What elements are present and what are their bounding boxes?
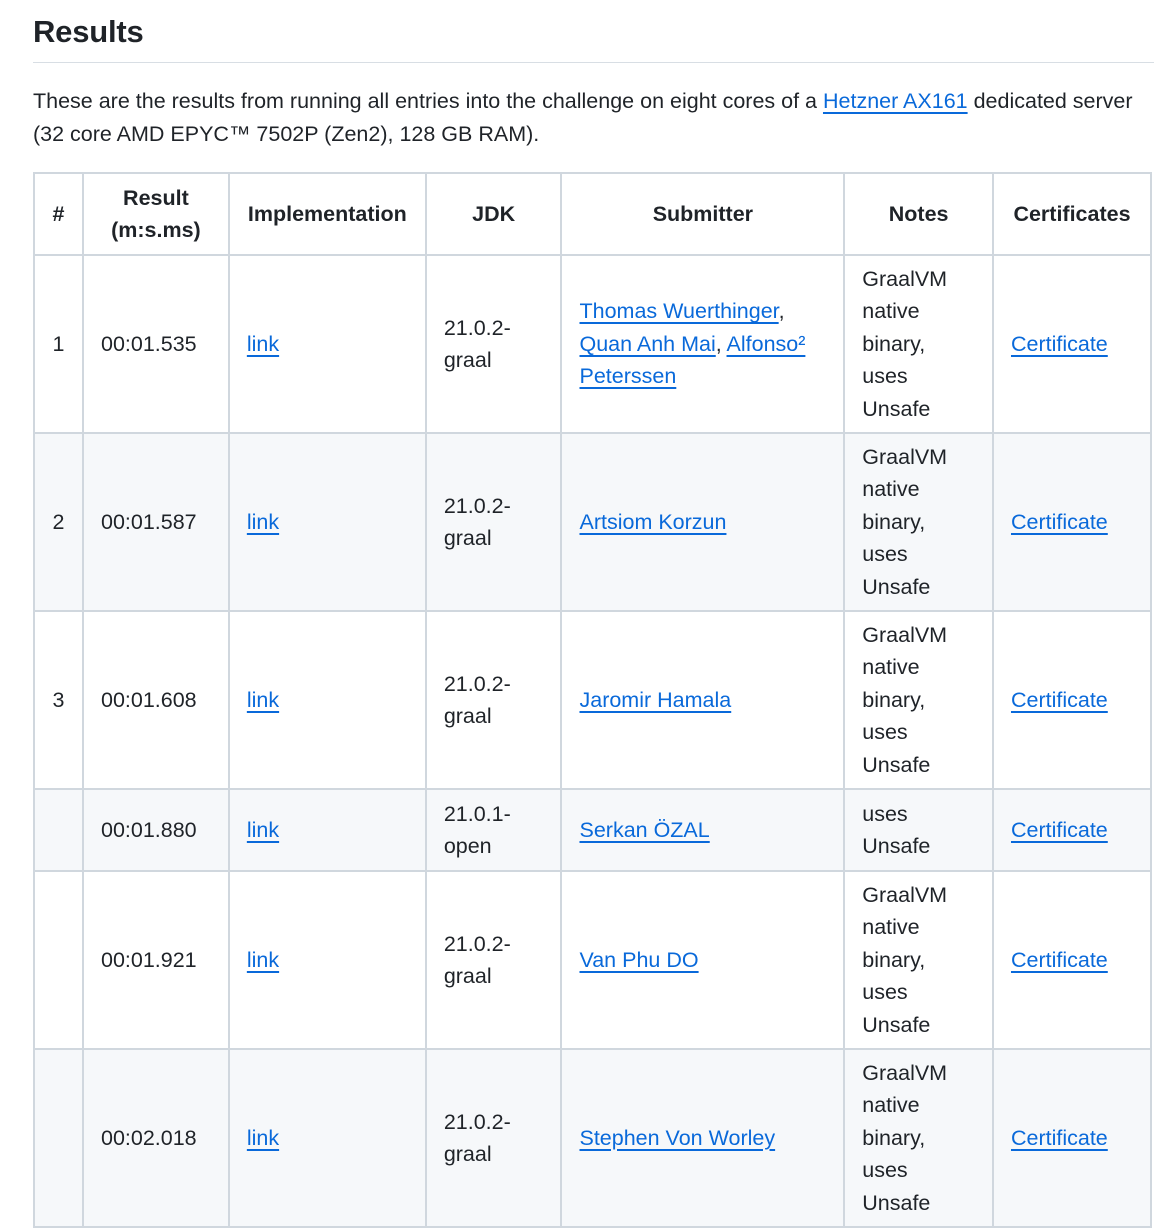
submitter-link[interactable]: Thomas Wuerthinger xyxy=(579,299,778,323)
table-row: 00:02.018 link 21.0.2- graal Stephen Von Wor… xyxy=(33,1048,1153,1228)
header-row: # Result (m:s.ms) Implementation JDK Sub… xyxy=(33,172,1153,256)
submitter-link[interactable]: Jaromir Hamala xyxy=(579,688,731,712)
certificate-cell: Certificate xyxy=(991,788,1153,872)
certificate-link[interactable]: Certificate xyxy=(1011,948,1108,972)
certificate-link[interactable]: Certificate xyxy=(1011,818,1108,842)
table-row: 1 00:01.535 link 21.0.2- graal Thomas Wuerthi… xyxy=(33,254,1153,434)
implementation-cell: link xyxy=(227,788,427,872)
certificate-link[interactable]: Certificate xyxy=(1011,510,1108,534)
rank-cell xyxy=(33,870,84,1050)
submitter-link[interactable]: Van Phu DO xyxy=(579,948,698,972)
implementation-cell: link xyxy=(227,254,427,434)
notes-cell: GraalVM native binary, uses Unsafe xyxy=(843,1048,994,1228)
header-submitter: Submitter xyxy=(560,172,846,256)
submitter-link[interactable]: Quan Anh Mai xyxy=(579,332,715,356)
submitter-cell: Stephen Von Worley xyxy=(560,1048,846,1228)
submitter-cell: Thomas Wuerthinger, Quan Anh Mai, Alfons… xyxy=(560,254,846,434)
intro-paragraph: These are the results from running all e… xyxy=(33,85,1154,150)
certificate-cell: Certificate xyxy=(991,870,1153,1050)
implementation-link[interactable]: link xyxy=(247,818,279,842)
result-cell: 00:01.535 xyxy=(81,254,230,434)
certificate-link[interactable]: Certificate xyxy=(1011,1126,1108,1150)
jdk-cell: 21.0.2- graal xyxy=(424,254,563,434)
certificate-link[interactable]: Certificate xyxy=(1011,332,1108,356)
table-row: 00:01.921 link 21.0.2- graal Van Phu DO Graal… xyxy=(33,870,1153,1050)
section-heading: Results xyxy=(33,0,1154,63)
rank-cell xyxy=(33,1048,84,1228)
result-cell: 00:01.608 xyxy=(81,610,230,790)
results-section: Results These are the results from runni… xyxy=(0,0,1168,1228)
certificate-cell: Certificate xyxy=(991,254,1153,434)
submitter-cell: Serkan ÖZAL xyxy=(560,788,846,872)
rank-cell: 1 xyxy=(33,254,84,434)
jdk-cell: 21.0.2- graal xyxy=(424,610,563,790)
jdk-cell: 21.0.2- graal xyxy=(424,432,563,612)
submitter-cell: Artsiom Korzun xyxy=(560,432,846,612)
implementation-link[interactable]: link xyxy=(247,948,279,972)
certificate-cell: Certificate xyxy=(991,610,1153,790)
header-implementation: Implementation xyxy=(227,172,427,256)
hetzner-link[interactable]: Hetzner AX161 xyxy=(823,89,968,113)
notes-cell: GraalVM native binary, uses Unsafe xyxy=(843,870,994,1050)
result-cell: 00:01.921 xyxy=(81,870,230,1050)
implementation-cell: link xyxy=(227,870,427,1050)
submitter-separator: , xyxy=(715,331,727,356)
result-cell: 00:01.587 xyxy=(81,432,230,612)
rank-cell: 2 xyxy=(33,432,84,612)
certificate-link[interactable]: Certificate xyxy=(1011,688,1108,712)
certificate-cell: Certificate xyxy=(991,432,1153,612)
notes-cell: GraalVM native binary, uses Unsafe xyxy=(843,432,994,612)
jdk-cell: 21.0.2- graal xyxy=(424,1048,563,1228)
implementation-cell: link xyxy=(227,1048,427,1228)
intro-text-before: These are the results from running all e… xyxy=(33,89,823,113)
header-notes: Notes xyxy=(843,172,994,256)
result-cell: 00:01.880 xyxy=(81,788,230,872)
implementation-cell: link xyxy=(227,610,427,790)
submitter-link[interactable]: Stephen Von Worley xyxy=(579,1126,775,1150)
implementation-link[interactable]: link xyxy=(247,688,279,712)
notes-cell: GraalVM native binary, uses Unsafe xyxy=(843,254,994,434)
implementation-link[interactable]: link xyxy=(247,1126,279,1150)
table-row: 3 00:01.608 link 21.0.2- graal Jaromir Hamala… xyxy=(33,610,1153,790)
header-rank: # xyxy=(33,172,84,256)
submitter-cell: Jaromir Hamala xyxy=(560,610,846,790)
submitter-link[interactable]: Artsiom Korzun xyxy=(579,510,726,534)
submitter-link[interactable]: Serkan ÖZAL xyxy=(579,818,709,842)
header-jdk: JDK xyxy=(424,172,563,256)
implementation-link[interactable]: link xyxy=(247,510,279,534)
rank-cell xyxy=(33,788,84,872)
rank-cell: 3 xyxy=(33,610,84,790)
notes-cell: GraalVM native binary, uses Unsafe xyxy=(843,610,994,790)
implementation-cell: link xyxy=(227,432,427,612)
table-row: 00:01.880 link 21.0.1- open Serkan ÖZAL uses … xyxy=(33,788,1153,872)
header-result: Result (m:s.ms) xyxy=(81,172,230,256)
submitter-cell: Van Phu DO xyxy=(560,870,846,1050)
table-row: 2 00:01.587 link 21.0.2- graal Artsiom Korzun… xyxy=(33,432,1153,612)
notes-cell: uses Unsafe xyxy=(843,788,994,872)
result-cell: 00:02.018 xyxy=(81,1048,230,1228)
implementation-link[interactable]: link xyxy=(247,332,279,356)
jdk-cell: 21.0.2- graal xyxy=(424,870,563,1050)
submitter-separator: , xyxy=(778,299,785,324)
certificate-cell: Certificate xyxy=(991,1048,1153,1228)
jdk-cell: 21.0.1- open xyxy=(424,788,563,872)
results-table: # Result (m:s.ms) Implementation JDK Sub… xyxy=(33,172,1153,1228)
header-certificates: Certificates xyxy=(991,172,1153,256)
